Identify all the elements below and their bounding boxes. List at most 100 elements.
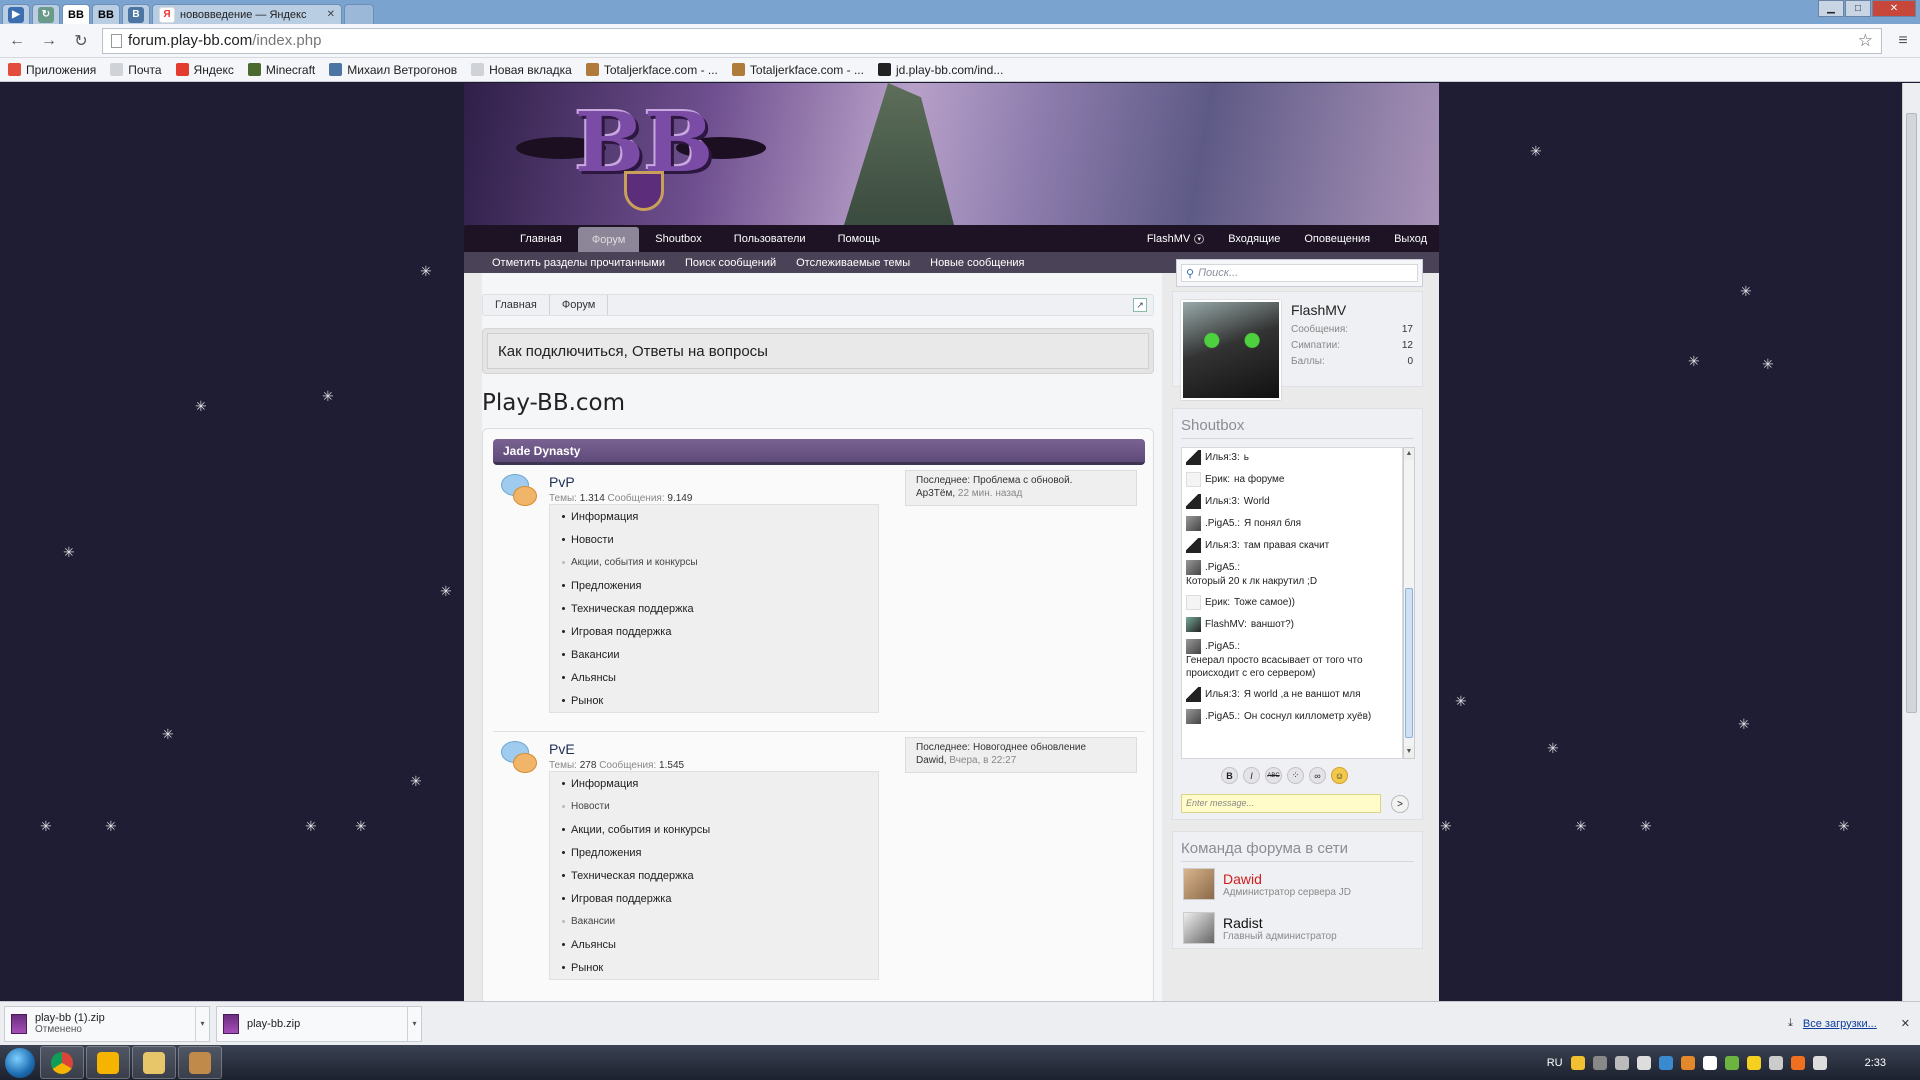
nav-forum[interactable]: Форум [577, 227, 640, 252]
subforum-link[interactable]: Предложения [550, 841, 878, 864]
bookmark-item[interactable]: Михаил Ветрогонов [329, 63, 457, 77]
subforum-link[interactable]: Новости [550, 528, 878, 551]
category-header[interactable]: Jade Dynasty [493, 439, 1145, 465]
subnav-new-posts[interactable]: Новые сообщения [920, 257, 1034, 269]
subnav-search-posts[interactable]: Поиск сообщений [675, 257, 786, 269]
avatar[interactable] [1183, 868, 1215, 900]
staff-name[interactable]: Radist [1223, 915, 1337, 931]
last-post[interactable]: Последнее: Проблема с обновой. Ар3Тём, 22… [905, 470, 1137, 506]
reload-icon[interactable]: ↻ [70, 31, 92, 51]
color-button[interactable]: ⁘ [1287, 767, 1304, 784]
italic-button[interactable]: I [1243, 767, 1260, 784]
bookmark-item[interactable]: Приложения [8, 63, 96, 77]
shout-user[interactable]: .PigA5.: [1205, 517, 1240, 530]
shoutbox-send-button[interactable]: > [1391, 795, 1409, 813]
shout-avatar[interactable] [1186, 639, 1201, 654]
nvidia-icon[interactable] [1724, 1055, 1739, 1070]
visitor-name[interactable]: FlashMV [1291, 302, 1346, 318]
shout-user[interactable]: Ерик: [1205, 596, 1230, 609]
tray-icon[interactable] [1658, 1055, 1673, 1070]
last-post-title[interactable]: Проблема с обновой. [973, 475, 1072, 486]
all-downloads-link[interactable]: Все загрузки... [1803, 1018, 1877, 1030]
bookmark-item[interactable]: Totaljerkface.com - ... [585, 63, 718, 77]
notice-text[interactable]: Как подключиться, Ответы на вопросы [487, 333, 1149, 369]
last-post-user[interactable]: Dawid [916, 755, 944, 766]
bookmark-item[interactable]: jd.play-bb.com/ind... [877, 63, 1003, 77]
bookmark-item[interactable]: Totaljerkface.com - ... [731, 63, 864, 77]
staff-name[interactable]: Dawid [1223, 871, 1351, 887]
strikethrough-button[interactable]: ABC [1265, 767, 1282, 784]
last-post[interactable]: Последнее: Новогоднее обновление Dawid, В… [905, 737, 1137, 773]
bookmark-item[interactable]: Minecraft [247, 63, 315, 77]
maximize-button[interactable]: □ [1845, 0, 1871, 17]
shout-avatar[interactable] [1186, 472, 1201, 487]
forward-icon[interactable]: → [38, 32, 60, 50]
taskbar-explorer[interactable] [132, 1046, 176, 1079]
subforum-link[interactable]: Новости [550, 795, 878, 818]
site-logo[interactable]: BB [516, 93, 766, 211]
chevron-down-icon[interactable]: ▾ [195, 1006, 209, 1041]
scroll-up-icon[interactable]: ▲ [1404, 448, 1414, 460]
bold-button[interactable]: B [1221, 767, 1238, 784]
shout-avatar[interactable] [1186, 617, 1201, 632]
nav-user-menu[interactable]: FlashMV ▾ [1135, 225, 1216, 252]
close-tab-icon[interactable]: ✕ [327, 9, 335, 20]
subforum-link[interactable]: Альянсы [550, 933, 878, 956]
subforum-link[interactable]: Игровая поддержка [550, 620, 878, 643]
bookmark-item[interactable]: Почта [110, 63, 162, 77]
download-item[interactable]: play-bb (1).zip Отменено ▾ [4, 1005, 210, 1042]
shout-avatar[interactable] [1186, 560, 1201, 575]
tray-icon[interactable] [1680, 1055, 1695, 1070]
forum-title[interactable]: PvP [549, 474, 575, 490]
breadcrumb-forum[interactable]: Форум [550, 295, 609, 315]
download-item[interactable]: play-bb.zip ▾ [216, 1005, 422, 1042]
tab-bb[interactable]: BB [92, 4, 120, 24]
volume-icon[interactable] [1636, 1055, 1651, 1070]
tab-vk[interactable]: B [122, 4, 150, 24]
tab-yandex[interactable]: Я нововведение — Яндекс ✕ [152, 4, 342, 24]
avatar[interactable] [1183, 912, 1215, 944]
taskbar-chrome[interactable] [40, 1046, 84, 1079]
subforum-link[interactable]: Рынок [550, 956, 878, 979]
network-icon[interactable] [1768, 1055, 1783, 1070]
shout-user[interactable]: Ерик: [1205, 473, 1230, 486]
subforum-link[interactable]: Рынок [550, 689, 878, 712]
nav-shoutbox[interactable]: Shoutbox [639, 225, 717, 252]
subforum-link[interactable]: Техническая поддержка [550, 864, 878, 887]
subforum-link[interactable]: Игровая поддержка [550, 887, 878, 910]
shout-avatar[interactable] [1186, 687, 1201, 702]
start-button[interactable] [0, 1045, 40, 1080]
avatar[interactable] [1181, 300, 1281, 400]
minimize-button[interactable]: ▁ [1818, 0, 1844, 17]
tab-bb-active[interactable]: BB [62, 4, 90, 24]
nav-logout[interactable]: Выход [1382, 225, 1439, 252]
bookmark-item[interactable]: Яндекс [175, 63, 234, 77]
tab-pinned-1[interactable]: ▶ [2, 4, 30, 24]
taskbar-app[interactable] [178, 1046, 222, 1079]
subforum-link[interactable]: Акции, события и конкурсы [550, 551, 878, 574]
subforum-link[interactable]: Вакансии [550, 910, 878, 933]
search-input[interactable]: ⚲ Поиск... [1181, 264, 1418, 282]
shout-user[interactable]: Илья:3: [1205, 451, 1240, 464]
scroll-thumb[interactable] [1405, 588, 1413, 738]
shout-user[interactable]: .PigA5.: [1205, 710, 1240, 723]
shout-avatar[interactable] [1186, 516, 1201, 531]
nav-users[interactable]: Пользователи [718, 225, 822, 252]
speaker-icon[interactable] [1812, 1055, 1827, 1070]
page-scroll-thumb[interactable] [1906, 113, 1917, 713]
new-tab-button[interactable] [344, 4, 374, 24]
forum-title[interactable]: PvE [549, 741, 575, 757]
nav-home[interactable]: Главная [504, 225, 578, 252]
shout-avatar[interactable] [1186, 595, 1201, 610]
shout-user[interactable]: Илья:3: [1205, 539, 1240, 552]
shout-avatar[interactable] [1186, 709, 1201, 724]
subforum-link[interactable]: Альянсы [550, 666, 878, 689]
shout-user[interactable]: Илья:3: [1205, 495, 1240, 508]
shout-user[interactable]: .PigA5.: [1205, 561, 1240, 574]
last-post-user[interactable]: Ар3Тём [916, 488, 952, 499]
language-indicator[interactable]: RU [1547, 1057, 1563, 1069]
tab-pinned-2[interactable]: ↻ [32, 4, 60, 24]
clock[interactable]: 2:33 [1865, 1057, 1886, 1069]
close-icon[interactable]: ✕ [1901, 1017, 1910, 1030]
nav-help[interactable]: Помощь [822, 225, 897, 252]
